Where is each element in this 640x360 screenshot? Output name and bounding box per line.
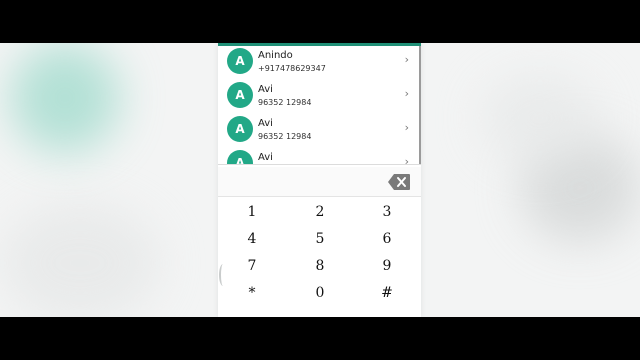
contact-name: Avi	[258, 84, 273, 95]
divider	[218, 164, 421, 165]
avatar: A	[227, 82, 253, 108]
avatar: A	[227, 48, 253, 74]
chevron-right-icon: ›	[404, 53, 409, 66]
contact-row[interactable]: A Avi 96352 12984 ›	[218, 80, 421, 114]
key-2[interactable]: 2	[300, 201, 340, 223]
key-5[interactable]: 5	[300, 228, 340, 250]
contact-name: Anindo	[258, 50, 293, 61]
chevron-right-icon: ›	[404, 121, 409, 134]
backspace-icon[interactable]	[388, 174, 410, 190]
key-3[interactable]: 3	[367, 201, 407, 223]
video-letterbox-bottom	[0, 317, 640, 360]
avatar: A	[227, 116, 253, 142]
edge-mark	[219, 264, 227, 286]
contact-number: 96352 12984	[258, 132, 312, 141]
chevron-right-icon: ›	[404, 155, 409, 164]
avatar: A	[227, 150, 253, 164]
contact-row[interactable]: A Avi ›	[218, 148, 421, 164]
key-0[interactable]: 0	[300, 282, 340, 304]
key-6[interactable]: 6	[367, 228, 407, 250]
key-hash[interactable]: #	[367, 282, 407, 304]
blurred-background: A Anindo +917478629347 › A Avi 96352 129…	[0, 43, 640, 317]
video-letterbox-top	[0, 0, 640, 43]
contact-name: Avi	[258, 118, 273, 129]
chevron-right-icon: ›	[404, 87, 409, 100]
contact-number: 96352 12984	[258, 98, 312, 107]
list-scrollbar[interactable]	[419, 46, 421, 164]
contact-row[interactable]: A Anindo +917478629347 ›	[218, 46, 421, 80]
key-8[interactable]: 8	[300, 255, 340, 277]
key-9[interactable]: 9	[367, 255, 407, 277]
contact-row[interactable]: A Avi 96352 12984 ›	[218, 114, 421, 148]
key-7[interactable]: 7	[232, 255, 272, 277]
contact-list[interactable]: A Anindo +917478629347 › A Avi 96352 129…	[218, 46, 421, 164]
phone-screen: A Anindo +917478629347 › A Avi 96352 129…	[218, 43, 421, 317]
key-4[interactable]: 4	[232, 228, 272, 250]
key-1[interactable]: 1	[232, 201, 272, 223]
contact-number: +917478629347	[258, 64, 326, 73]
contact-name: Avi	[258, 152, 273, 163]
key-star[interactable]: *	[232, 282, 272, 304]
